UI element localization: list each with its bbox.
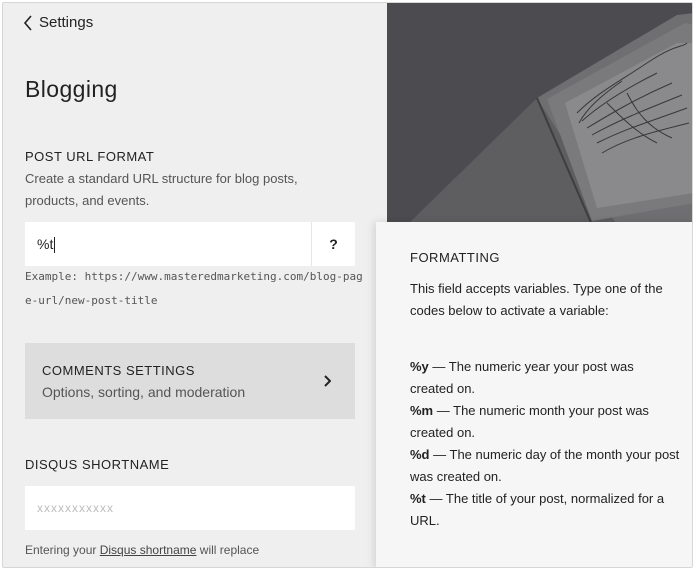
post-url-format-field[interactable]: %t ? xyxy=(25,222,355,266)
variable-description: — The numeric month your post was create… xyxy=(410,403,649,440)
formatting-intro: This field accepts variables. Type one o… xyxy=(410,281,663,318)
variable-item: %y — The numeric year your post was crea… xyxy=(410,356,680,400)
app-frame: Settings Blogging POST URL FORMAT Create… xyxy=(2,2,693,568)
disqus-shortname-input[interactable]: xxxxxxxxxxx xyxy=(25,486,355,530)
chevron-right-icon xyxy=(324,375,331,387)
site-preview-image xyxy=(387,3,692,225)
text-caret xyxy=(54,237,56,254)
variable-description: — The numeric day of the month your post… xyxy=(410,447,680,484)
disqus-shortname-label: DISQUS SHORTNAME xyxy=(25,457,170,472)
post-url-format-value: %t xyxy=(37,236,54,252)
variable-item: %t — The title of your post, normalized … xyxy=(410,488,680,532)
formatting-help-button[interactable]: ? xyxy=(311,222,355,266)
variable-code: %y xyxy=(410,359,429,374)
variable-item: %m — The numeric month your post was cre… xyxy=(410,400,680,444)
back-link[interactable]: Settings xyxy=(23,14,93,31)
page-title: Blogging xyxy=(25,76,118,102)
formatting-popover: FORMATTING This field accepts variables.… xyxy=(376,222,692,567)
variable-item: %d — The numeric day of the month your p… xyxy=(410,444,680,488)
post-url-format-input[interactable]: %t xyxy=(25,222,311,266)
post-url-example: Example: https://www.masteredmarketing.c… xyxy=(25,270,363,307)
variable-code: %t xyxy=(410,491,426,506)
formatting-variable-list: %y — The numeric year your post was crea… xyxy=(410,356,680,532)
post-url-format-label: POST URL FORMAT xyxy=(25,149,155,164)
variable-description: — The numeric year your post was created… xyxy=(410,359,634,396)
comments-settings-title: COMMENTS SETTINGS xyxy=(42,363,195,378)
comments-settings-subtitle: Options, sorting, and moderation xyxy=(42,384,246,400)
disqus-note: Entering your Disqus shortname will repl… xyxy=(25,543,259,557)
variable-code: %m xyxy=(410,403,434,418)
chevron-left-icon xyxy=(23,14,32,31)
settings-panel: Settings Blogging POST URL FORMAT Create… xyxy=(3,3,387,567)
variable-description: — The title of your post, normalized for… xyxy=(410,491,665,528)
disqus-note-suffix: will replace xyxy=(199,543,260,557)
disqus-note-prefix: Entering your xyxy=(25,543,97,557)
post-url-format-help: Create a standard URL structure for blog… xyxy=(25,171,298,208)
back-link-label: Settings xyxy=(39,14,94,31)
disqus-shortname-link[interactable]: Disqus shortname xyxy=(100,543,197,557)
open-book-illustration xyxy=(387,3,692,225)
formatting-title: FORMATTING xyxy=(410,250,500,265)
variable-code: %d xyxy=(410,447,430,462)
comments-settings-button[interactable]: COMMENTS SETTINGS Options, sorting, and … xyxy=(25,343,355,419)
